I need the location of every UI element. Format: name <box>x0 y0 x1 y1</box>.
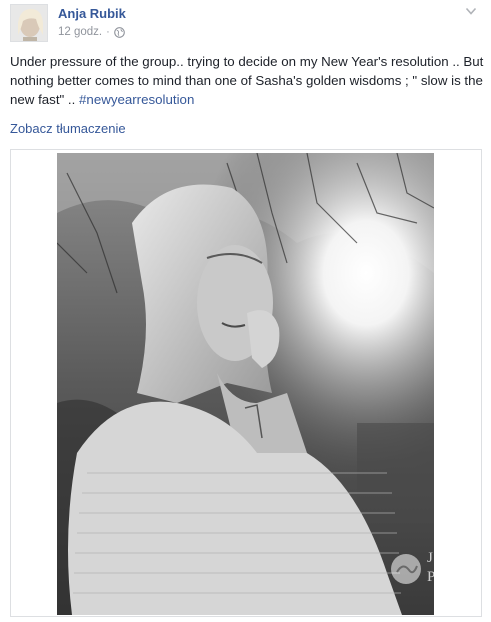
avatar-image <box>11 5 47 41</box>
avatar[interactable] <box>10 4 48 42</box>
post-meta: 12 godz. · <box>58 26 125 38</box>
watermark: JASTR POST <box>385 544 481 594</box>
post-text: Under pressure of the group.. trying to … <box>10 52 485 109</box>
timestamp[interactable]: 12 godz. <box>58 26 102 38</box>
photo-frame: JASTR POST <box>10 149 482 617</box>
meta-separator: · <box>106 26 110 38</box>
author-name[interactable]: Anja Rubik <box>58 6 126 21</box>
watermark-logo-icon <box>391 554 421 584</box>
see-translation-link[interactable]: Zobacz tłumaczenie <box>10 121 126 136</box>
hashtag-link[interactable]: #newyearresolution <box>79 92 194 107</box>
post-header: Anja Rubik 12 godz. · <box>10 2 481 44</box>
watermark-line2: POST <box>427 569 472 585</box>
photo-image <box>57 153 434 615</box>
post-photo[interactable] <box>57 153 434 615</box>
watermark-line1: JASTR <box>427 550 482 566</box>
chevron-down-icon[interactable] <box>465 6 477 16</box>
globe-icon[interactable] <box>113 26 125 38</box>
